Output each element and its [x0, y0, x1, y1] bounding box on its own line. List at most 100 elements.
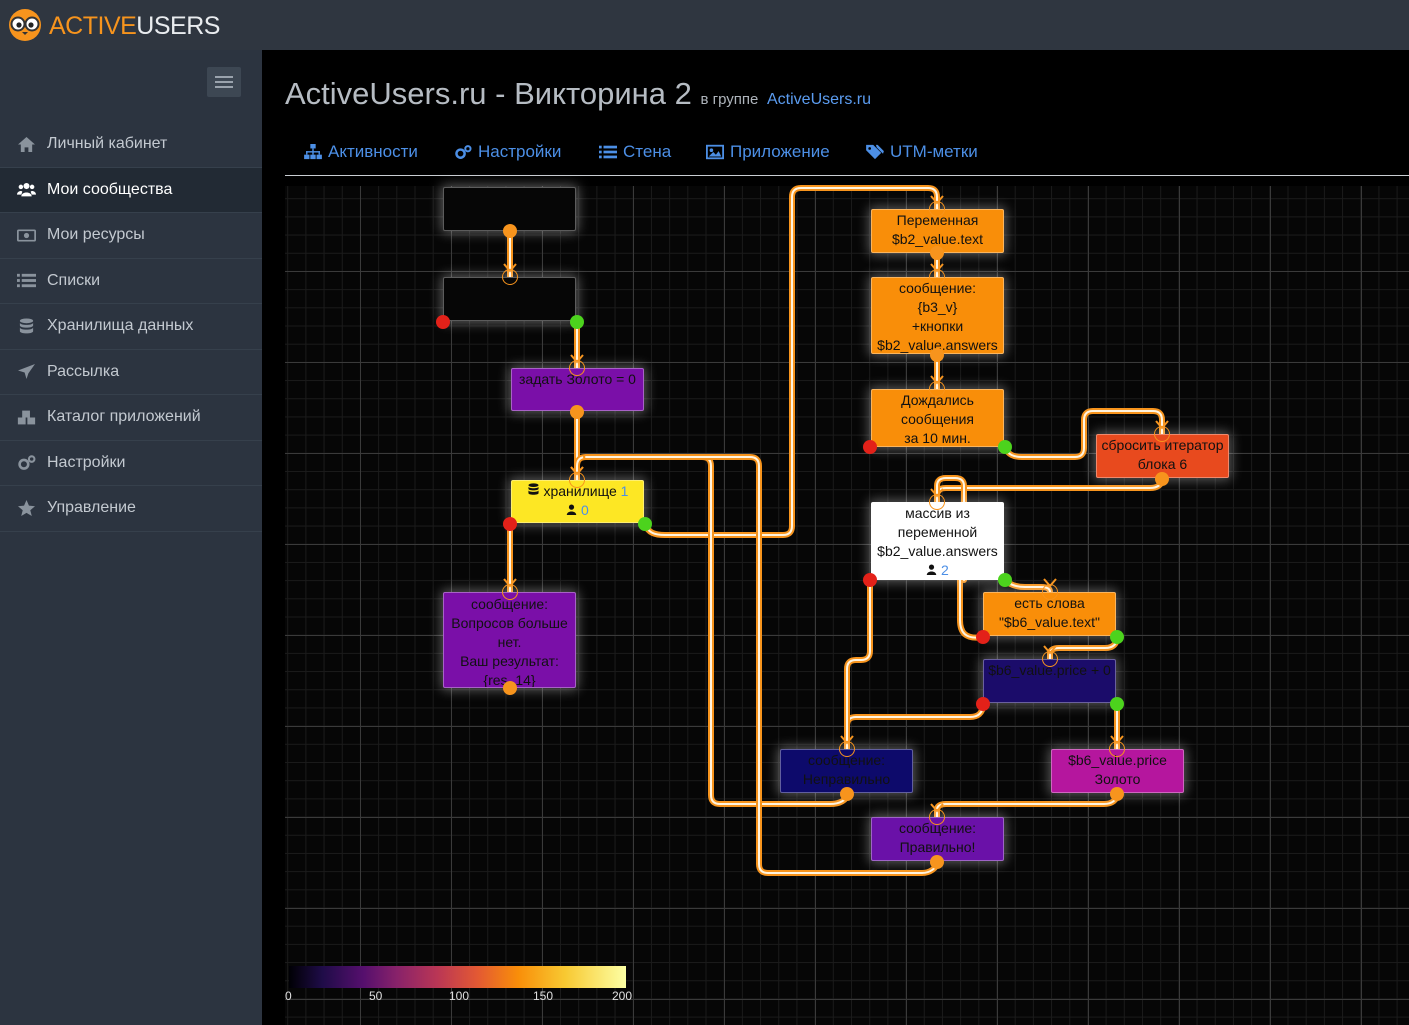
list-icon [0, 272, 47, 289]
input-port[interactable] [569, 360, 585, 376]
top-bar: ACTIVEUSERS [0, 0, 1409, 50]
node-text: "$b6_value.text" [998, 614, 1100, 630]
input-port[interactable] [929, 201, 945, 217]
sidebar-item-communities[interactable]: Мои сообщества [0, 167, 262, 213]
tab-application[interactable]: Приложение [706, 142, 830, 162]
brand-part-users: USERS [136, 12, 220, 40]
tab-label: UTM-метки [890, 142, 978, 161]
sidebar-item-mailing[interactable]: Рассылка [0, 350, 262, 395]
flow-node-n10[interactable]: массив из переменной $b2_value.answers 2 [871, 502, 1004, 580]
sidebar-item-lists[interactable]: Списки [0, 259, 262, 304]
output-port[interactable] [1110, 630, 1124, 644]
input-port[interactable] [929, 381, 945, 397]
sidebar-item-label: Рассылка [47, 362, 120, 380]
cubes-icon [0, 409, 47, 426]
sidebar-item-label: Хранилища данных [47, 317, 194, 335]
node-text: нет. [497, 634, 522, 650]
output-port[interactable] [930, 855, 944, 869]
brand-name[interactable]: ACTIVEUSERS [49, 12, 220, 41]
input-port[interactable] [502, 269, 518, 285]
plane-icon [0, 363, 47, 380]
tab-label: Стена [623, 142, 672, 161]
sidebar-item-label: Мои ресурсы [47, 226, 145, 244]
tab-utm-tags[interactable]: UTM-метки [866, 142, 978, 162]
output-port[interactable] [998, 573, 1012, 587]
burger-line [215, 81, 233, 83]
users-icon [0, 181, 47, 198]
input-port[interactable] [929, 269, 945, 285]
input-port[interactable] [1042, 651, 1058, 667]
input-port[interactable] [929, 494, 945, 510]
gears-icon [0, 454, 47, 471]
node-text: за 10 мин. [904, 430, 971, 446]
group-link[interactable]: ActiveUsers.ru [767, 91, 871, 108]
output-port[interactable] [570, 405, 584, 419]
node-text: сообщения [900, 411, 975, 427]
output-port[interactable] [863, 440, 877, 454]
node-user-line: 2 [872, 561, 1003, 579]
sidebar-item-label: Мои сообщества [47, 180, 173, 198]
tab-wall[interactable]: Стена [599, 142, 671, 162]
sidebar-item-label: Управление [47, 499, 136, 517]
group-prefix: в группе [700, 91, 759, 108]
owl-logo-icon[interactable] [8, 8, 42, 42]
sidebar-item-label: Списки [47, 271, 101, 289]
tab-label: Приложение [730, 142, 830, 161]
output-port[interactable] [570, 315, 584, 329]
home-icon [0, 136, 47, 153]
burger-line [215, 76, 233, 78]
output-port[interactable] [930, 348, 944, 362]
sidebar-item-settings[interactable]: Настройки [0, 441, 262, 486]
user-icon [566, 504, 577, 515]
star-icon [0, 499, 47, 517]
node-text: {b3_v} [917, 299, 958, 315]
output-port[interactable] [503, 517, 517, 531]
node-user-count: 0 [581, 502, 589, 518]
input-port[interactable] [569, 472, 585, 488]
sitemap-icon [304, 144, 322, 160]
tab-label: Активности [328, 142, 418, 161]
tab-bar: Активности Настройки Стена Приложение UT… [285, 130, 1409, 176]
flow-node-n5[interactable]: сообщение: Вопросов больше нет. Ваш резу… [443, 592, 576, 688]
output-port[interactable] [976, 697, 990, 711]
output-port[interactable] [1110, 787, 1124, 801]
output-port[interactable] [436, 315, 450, 329]
sidebar-item-label: Настройки [47, 453, 126, 471]
node-text: Ваш результат: [460, 653, 559, 669]
sidebar-item-management[interactable]: Управление [0, 486, 262, 532]
output-port[interactable] [638, 517, 652, 531]
output-port[interactable] [840, 787, 854, 801]
page-title-text: ActiveUsers.ru - Викторина 2 [285, 76, 692, 111]
tab-activities[interactable]: Активности [304, 142, 418, 162]
gears-icon [455, 145, 472, 159]
input-port[interactable] [1154, 426, 1170, 442]
sidebar-item-label: Личный кабинет [47, 135, 168, 153]
node-count: 1 [620, 483, 629, 499]
output-port[interactable] [1155, 472, 1169, 486]
output-port[interactable] [998, 440, 1012, 454]
legend-tick: 0 [285, 989, 292, 1003]
input-port[interactable] [929, 809, 945, 825]
sidebar-toggle-button[interactable] [207, 67, 241, 97]
output-port[interactable] [976, 630, 990, 644]
tab-settings[interactable]: Настройки [454, 142, 561, 162]
output-port[interactable] [1110, 697, 1124, 711]
flow-node-n7[interactable]: сообщение: {b3_v} +кнопки $b2_value.answ… [871, 277, 1004, 354]
node-user-line: 0 [512, 501, 643, 520]
output-port[interactable] [503, 224, 517, 238]
input-port[interactable] [839, 741, 855, 757]
flow-node-n8[interactable]: Дождались сообщения за 10 мин. [871, 389, 1004, 447]
sidebar-item-app-catalog[interactable]: Каталог приложений [0, 395, 262, 441]
sidebar-item-resources[interactable]: Мои ресурсы [0, 213, 262, 259]
input-port[interactable] [502, 584, 518, 600]
sidebar-menu: Личный кабинет Мои сообщества Мои ресурс… [0, 122, 262, 532]
input-port[interactable] [1042, 584, 1058, 600]
tags-icon [866, 144, 884, 160]
input-port[interactable] [1109, 741, 1125, 757]
output-port[interactable] [930, 246, 944, 260]
output-port[interactable] [503, 681, 517, 695]
sidebar-item-dashboard[interactable]: Личный кабинет [0, 122, 262, 168]
sidebar-item-data-storage[interactable]: Хранилища данных [0, 304, 262, 350]
page-title: ActiveUsers.ru - Викторина 2 в группе Ac… [285, 76, 871, 112]
output-port[interactable] [863, 573, 877, 587]
